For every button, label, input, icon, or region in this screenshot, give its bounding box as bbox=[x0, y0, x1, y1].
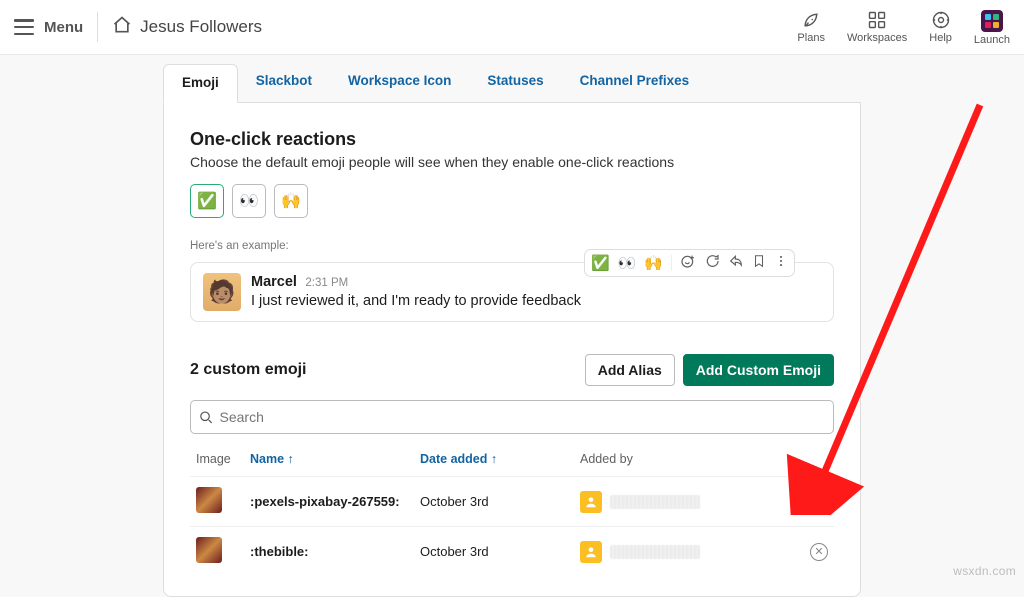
added-by-user[interactable] bbox=[580, 541, 788, 563]
tabs: Emoji Slackbot Workspace Icon Statuses C… bbox=[163, 63, 861, 103]
toolbar-reaction-3[interactable]: 🙌 bbox=[644, 254, 663, 272]
col-image: Image bbox=[190, 444, 244, 477]
nav-plans-label: Plans bbox=[797, 32, 825, 44]
user-name-redacted bbox=[610, 545, 700, 559]
nav-plans[interactable]: Plans bbox=[797, 10, 825, 44]
tab-workspace-icon[interactable]: Workspace Icon bbox=[330, 63, 469, 102]
emoji-table: Image Name ↑ Date added ↑ Added by :pexe… bbox=[190, 444, 834, 576]
divider bbox=[671, 255, 672, 271]
reaction-slot-3[interactable]: 🙌 bbox=[274, 184, 308, 218]
emoji-date: October 3rd bbox=[414, 527, 574, 577]
tab-slackbot[interactable]: Slackbot bbox=[238, 63, 330, 102]
watermark: wsxdn.com bbox=[953, 564, 1016, 578]
toolbar-reaction-2[interactable]: 👀 bbox=[618, 254, 637, 272]
toolbar-reaction-1[interactable]: ✅ bbox=[591, 254, 610, 272]
custom-emoji-header: 2 custom emoji bbox=[190, 361, 306, 379]
help-icon bbox=[931, 10, 951, 30]
thread-icon[interactable] bbox=[704, 253, 720, 273]
example-message: ✅ 👀 🙌 🧑🏽 Marcel 2:3 bbox=[190, 262, 834, 322]
added-by-user[interactable] bbox=[580, 491, 788, 513]
add-custom-emoji-button[interactable]: Add Custom Emoji bbox=[683, 354, 834, 386]
emoji-code: :pexels-pixabay-267559: bbox=[244, 477, 414, 527]
nav-workspaces[interactable]: Workspaces bbox=[847, 10, 907, 44]
tab-statuses[interactable]: Statuses bbox=[469, 63, 561, 102]
add-reaction-icon[interactable] bbox=[680, 253, 696, 273]
reaction-slot-1[interactable]: ✅ bbox=[190, 184, 224, 218]
nav-workspaces-label: Workspaces bbox=[847, 32, 907, 44]
one-click-title: One-click reactions bbox=[190, 129, 834, 150]
message-author: Marcel bbox=[251, 274, 297, 290]
menu-label: Menu bbox=[44, 19, 83, 36]
nav-launch[interactable]: Launch bbox=[974, 10, 1010, 46]
rocket-icon bbox=[801, 10, 821, 30]
emoji-image bbox=[196, 537, 222, 563]
tab-channel-prefixes[interactable]: Channel Prefixes bbox=[562, 63, 708, 102]
divider bbox=[97, 12, 98, 42]
nav-help-label: Help bbox=[929, 32, 952, 44]
user-avatar-icon bbox=[580, 491, 602, 513]
tab-emoji[interactable]: Emoji bbox=[163, 64, 238, 103]
delete-emoji-button[interactable]: ✕ bbox=[810, 493, 828, 511]
add-alias-button[interactable]: Add Alias bbox=[585, 354, 675, 386]
message-text: I just reviewed it, and I'm ready to pro… bbox=[251, 293, 581, 309]
user-name-redacted bbox=[610, 495, 700, 509]
col-added-by: Added by bbox=[574, 444, 794, 477]
grid-icon bbox=[867, 10, 887, 30]
emoji-code: :thebible: bbox=[244, 527, 414, 577]
slack-icon bbox=[981, 10, 1003, 32]
emoji-image bbox=[196, 487, 222, 513]
delete-emoji-button[interactable]: ✕ bbox=[810, 543, 828, 561]
table-row: :thebible: October 3rd ✕ bbox=[190, 527, 834, 577]
bookmark-icon[interactable] bbox=[752, 253, 766, 273]
one-click-subtitle: Choose the default emoji people will see… bbox=[190, 154, 834, 170]
nav-launch-label: Launch bbox=[974, 34, 1010, 46]
hamburger-icon bbox=[14, 19, 34, 35]
more-icon[interactable] bbox=[774, 253, 788, 273]
home-icon bbox=[112, 15, 132, 40]
user-avatar-icon bbox=[580, 541, 602, 563]
table-row: :pexels-pixabay-267559: October 3rd ✕ bbox=[190, 477, 834, 527]
reaction-slot-2[interactable]: 👀 bbox=[232, 184, 266, 218]
workspace-link[interactable]: Jesus Followers bbox=[112, 15, 262, 40]
workspace-name: Jesus Followers bbox=[140, 17, 262, 37]
emoji-search[interactable] bbox=[190, 400, 834, 434]
message-time: 2:31 PM bbox=[305, 277, 348, 289]
search-icon bbox=[199, 410, 214, 425]
emoji-date: October 3rd bbox=[414, 477, 574, 527]
avatar: 🧑🏽 bbox=[203, 273, 241, 311]
col-name[interactable]: Name ↑ bbox=[244, 444, 414, 477]
menu-button[interactable]: Menu bbox=[14, 19, 83, 36]
search-input[interactable] bbox=[220, 409, 825, 425]
nav-help[interactable]: Help bbox=[929, 10, 952, 44]
share-icon[interactable] bbox=[728, 253, 744, 273]
col-date[interactable]: Date added ↑ bbox=[414, 444, 574, 477]
message-toolbar: ✅ 👀 🙌 bbox=[584, 249, 795, 277]
